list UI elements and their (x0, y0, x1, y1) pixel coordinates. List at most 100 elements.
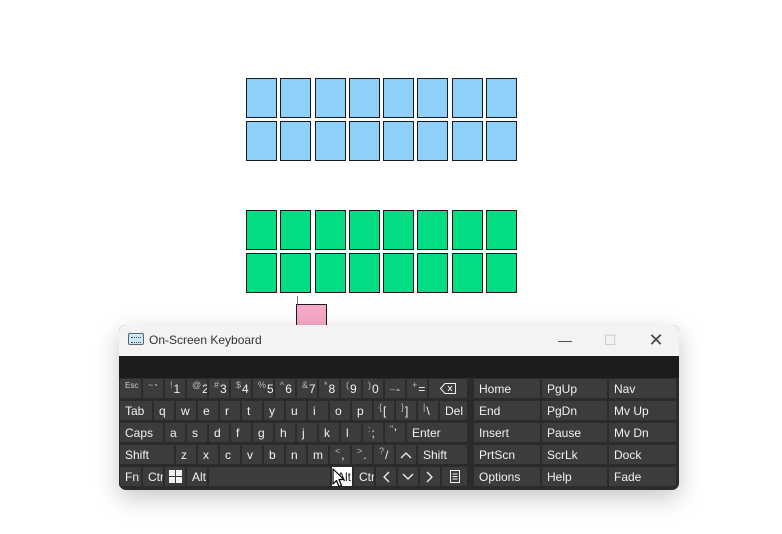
key-minus[interactable]: _ - (384, 378, 406, 399)
key-r[interactable]: r (219, 400, 241, 421)
key-6[interactable]: ^ 6 (274, 378, 296, 399)
key-2[interactable]: @2 (186, 378, 208, 399)
key-right-bracket[interactable]: }] (395, 400, 417, 421)
key-shift-right[interactable]: Shift (417, 444, 468, 465)
key-a[interactable]: a (164, 422, 186, 443)
blue-block[interactable] (417, 78, 449, 118)
key-4[interactable]: $4 (230, 378, 252, 399)
key-windows[interactable] (164, 466, 186, 487)
blue-block[interactable] (383, 78, 415, 118)
key-pgup[interactable]: PgUp (541, 378, 608, 399)
green-block[interactable] (383, 253, 415, 293)
key-e[interactable]: e (197, 400, 219, 421)
key-7[interactable]: & 7 (296, 378, 318, 399)
blue-block[interactable] (417, 121, 449, 161)
key-fn[interactable]: Fn (119, 466, 142, 487)
green-block[interactable] (348, 253, 380, 293)
close-button[interactable]: ✕ (642, 329, 670, 351)
key-dock[interactable]: Dock (608, 444, 677, 465)
key-move-down[interactable]: Mv Dn (608, 422, 677, 443)
key-u[interactable]: u (285, 400, 307, 421)
key-i[interactable]: i (307, 400, 329, 421)
blue-block[interactable] (451, 121, 483, 161)
key-q[interactable]: q (153, 400, 175, 421)
key-delete[interactable]: Del (439, 400, 468, 421)
blue-block[interactable] (246, 78, 277, 118)
key-shift-left[interactable]: Shift (119, 444, 175, 465)
key-backslash[interactable]: | \ (417, 400, 439, 421)
minimize-button[interactable]: — (551, 329, 579, 351)
key-prtscn[interactable]: PrtScn (473, 444, 541, 465)
key-n[interactable]: n (285, 444, 307, 465)
key-backtick[interactable]: ~ ` (142, 378, 164, 399)
key-nav[interactable]: Nav (608, 378, 677, 399)
key-b[interactable]: b (263, 444, 285, 465)
key-k[interactable]: k (318, 422, 340, 443)
green-block[interactable] (451, 210, 483, 250)
key-arrow-up[interactable] (395, 444, 417, 465)
blue-block[interactable] (348, 78, 380, 118)
blue-block[interactable] (383, 121, 415, 161)
key-home[interactable]: Home (473, 378, 541, 399)
key-j[interactable]: j (296, 422, 318, 443)
key-s[interactable]: s (186, 422, 208, 443)
blue-block[interactable] (280, 78, 312, 118)
green-block[interactable] (383, 210, 415, 250)
key-l[interactable]: l (340, 422, 362, 443)
key-d[interactable]: d (208, 422, 230, 443)
blue-block[interactable] (486, 121, 518, 161)
key-equals[interactable]: + = (406, 378, 428, 399)
key-caps[interactable]: Caps (119, 422, 164, 443)
green-block[interactable] (280, 210, 312, 250)
key-scrlk[interactable]: ScrLk (541, 444, 608, 465)
key-tab[interactable]: Tab (119, 400, 153, 421)
key-alt-left[interactable]: Alt (186, 466, 208, 487)
blue-block[interactable] (280, 121, 312, 161)
key-arrow-right[interactable] (419, 466, 441, 487)
key-pgdn[interactable]: PgDn (541, 400, 608, 421)
green-block[interactable] (314, 253, 346, 293)
key-8[interactable]: * 8 (318, 378, 340, 399)
key-fade[interactable]: Fade (608, 466, 677, 487)
key-esc[interactable]: Esc (119, 378, 142, 399)
green-block[interactable] (451, 253, 483, 293)
key-z[interactable]: z (175, 444, 197, 465)
key-h[interactable]: h (274, 422, 296, 443)
key-1[interactable]: ! 1 (164, 378, 186, 399)
key-o[interactable]: o (329, 400, 351, 421)
key-quote[interactable]: " ' (384, 422, 406, 443)
key-left-bracket[interactable]: {[ (373, 400, 395, 421)
key-arrow-left[interactable] (375, 466, 397, 487)
blue-block[interactable] (486, 78, 518, 118)
green-block[interactable] (280, 253, 312, 293)
key-end[interactable]: End (473, 400, 541, 421)
green-block[interactable] (486, 253, 518, 293)
green-block[interactable] (486, 210, 518, 250)
key-period[interactable]: >. (351, 444, 373, 465)
key-help[interactable]: Help (541, 466, 608, 487)
key-w[interactable]: w (175, 400, 197, 421)
key-arrow-down[interactable] (397, 466, 419, 487)
title-bar[interactable]: On-Screen Keyboard — ☐ ✕ (119, 325, 679, 356)
green-block[interactable] (417, 210, 449, 250)
key-enter[interactable]: Enter (406, 422, 468, 443)
key-f[interactable]: f (230, 422, 252, 443)
key-backspace[interactable] (428, 378, 468, 399)
key-v[interactable]: v (241, 444, 263, 465)
key-context-menu[interactable] (441, 466, 468, 487)
key-move-up[interactable]: Mv Up (608, 400, 677, 421)
key-ctrl-left[interactable]: Ctrl (142, 466, 164, 487)
key-m[interactable]: m (307, 444, 329, 465)
pink-block[interactable] (296, 304, 327, 326)
key-y[interactable]: y (263, 400, 285, 421)
key-g[interactable]: g (252, 422, 274, 443)
key-insert[interactable]: Insert (473, 422, 541, 443)
blue-block[interactable] (314, 121, 346, 161)
green-block[interactable] (246, 253, 277, 293)
key-t[interactable]: t (241, 400, 263, 421)
key-9[interactable]: (9 (340, 378, 362, 399)
key-ctrl-right[interactable]: Ctrl (353, 466, 375, 487)
key-pause[interactable]: Pause (541, 422, 608, 443)
key-p[interactable]: p (351, 400, 373, 421)
blue-block[interactable] (348, 121, 380, 161)
